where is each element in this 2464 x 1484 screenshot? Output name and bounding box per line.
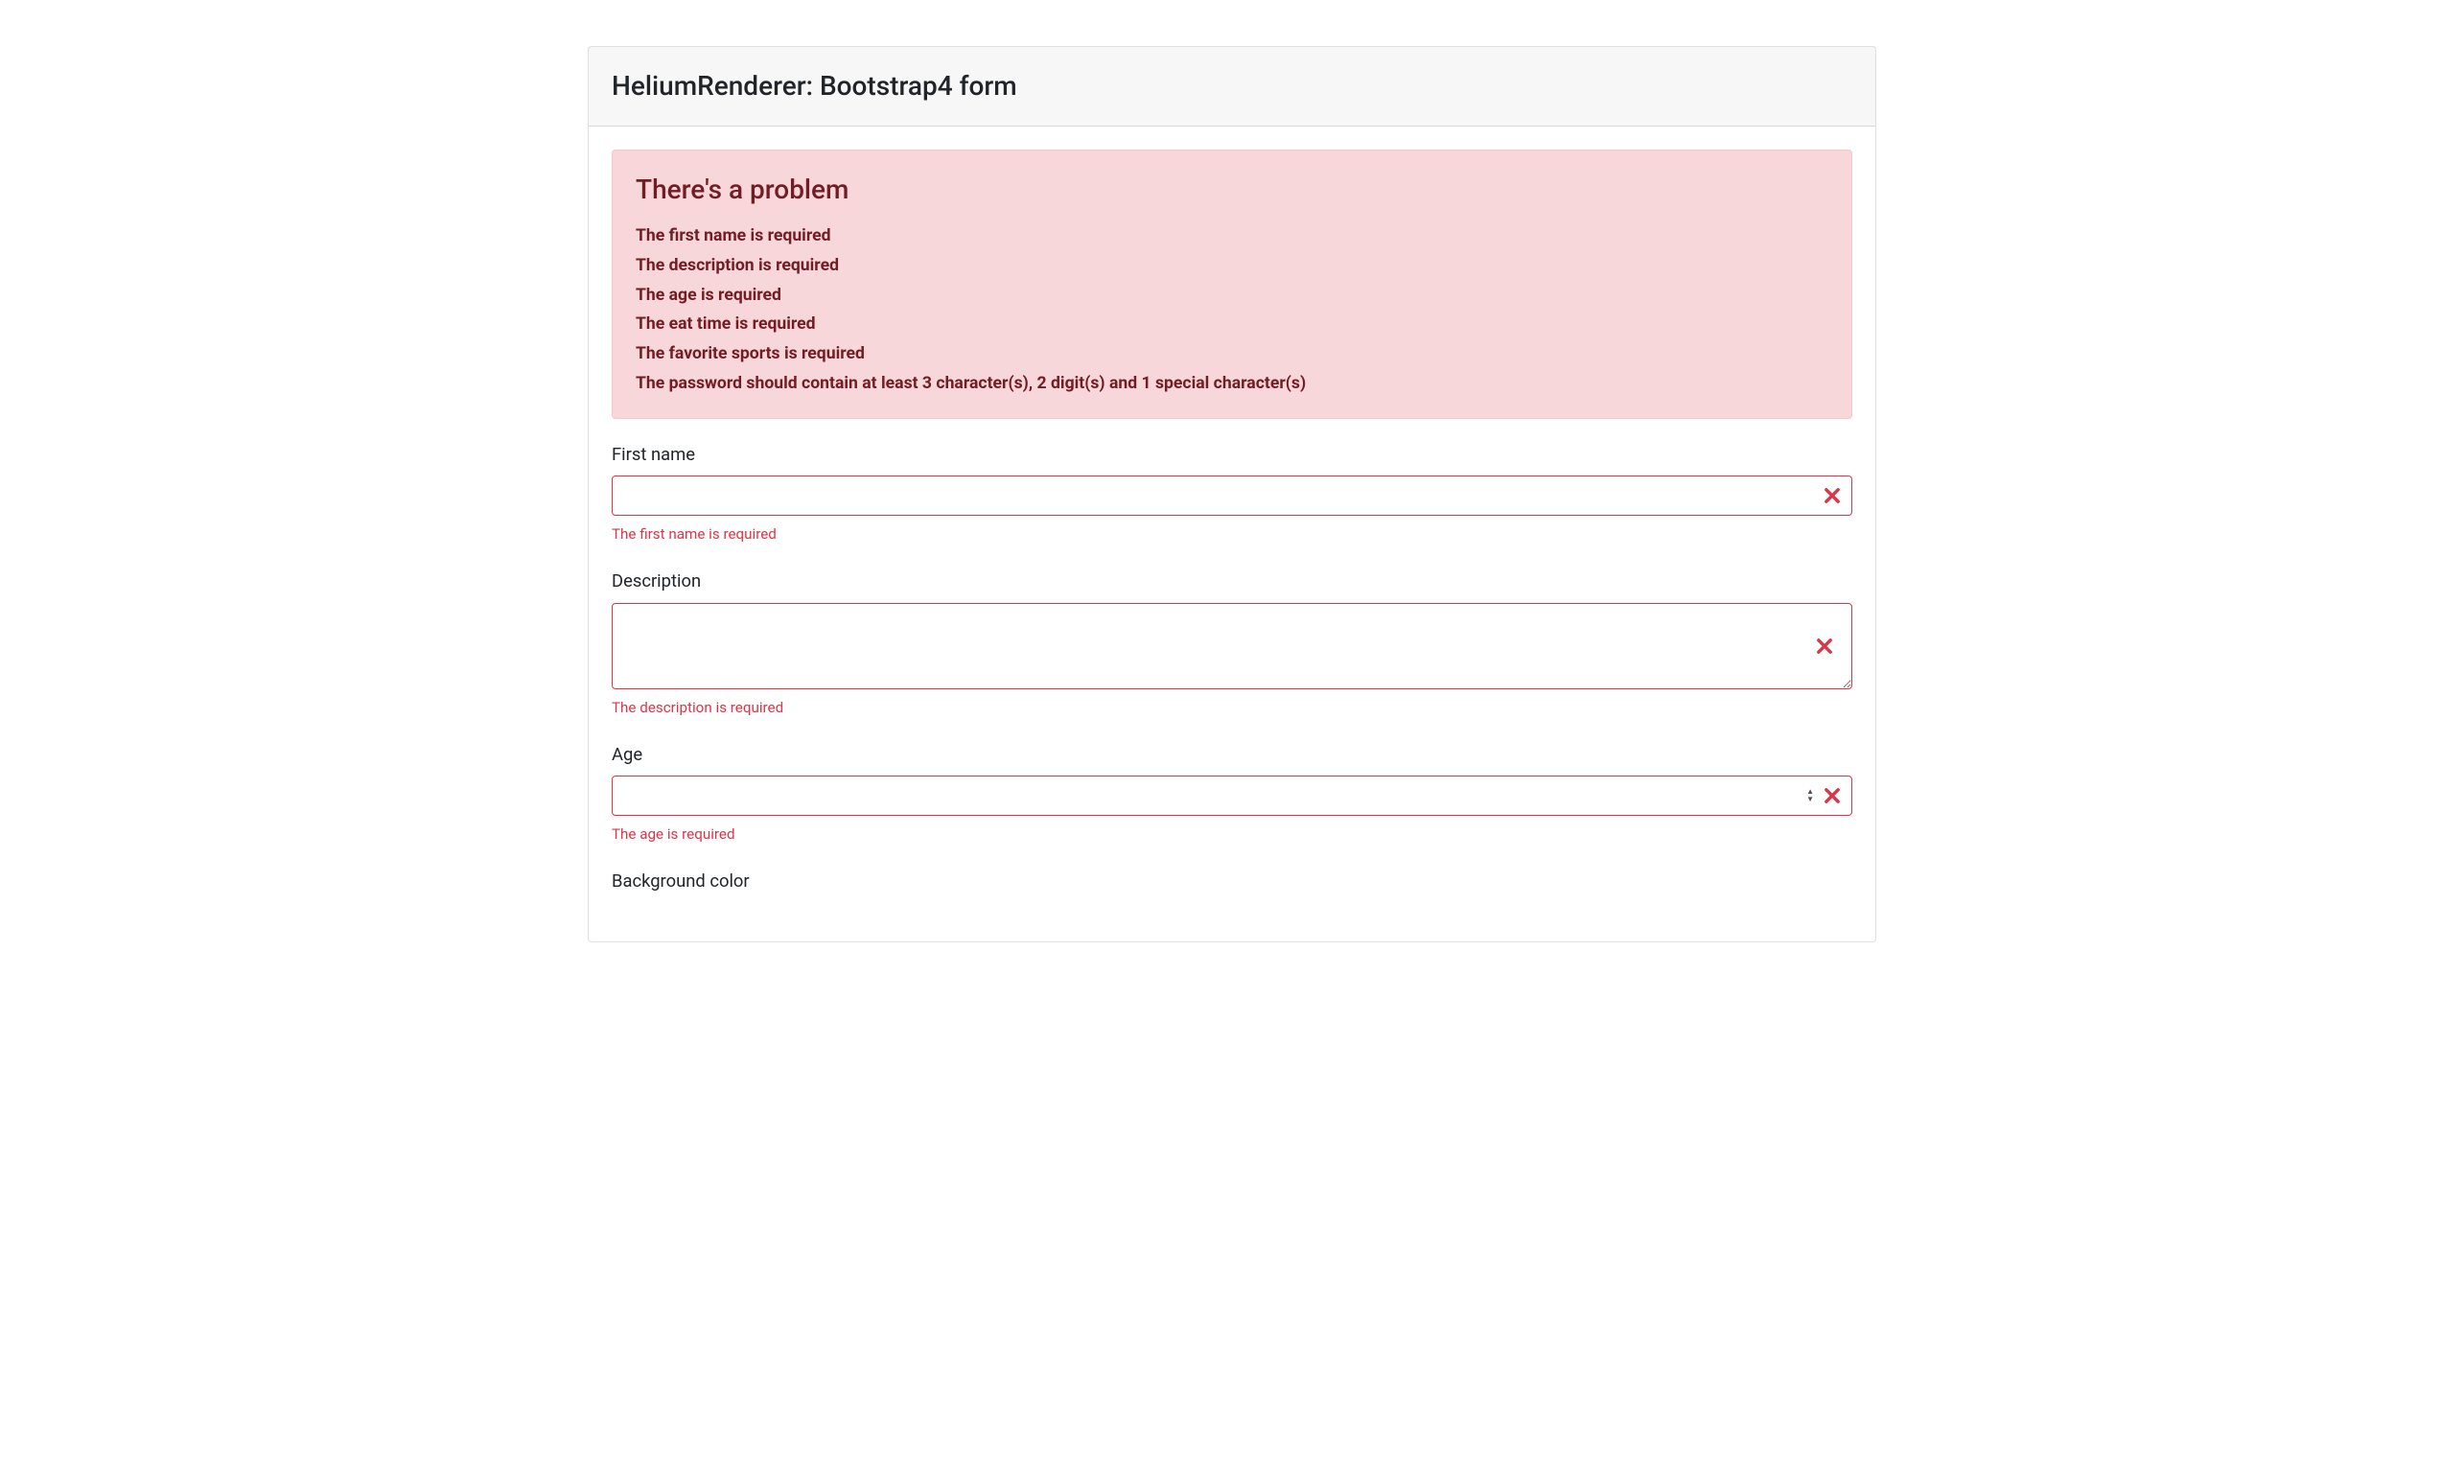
form-card: HeliumRenderer: Bootstrap4 form There's … bbox=[588, 46, 1876, 942]
age-error: The age is required bbox=[612, 823, 1852, 846]
alert-error-item: The age is required bbox=[636, 281, 1828, 311]
card-title: HeliumRenderer: Bootstrap4 form bbox=[612, 70, 1017, 102]
alert-error-item: The first name is required bbox=[636, 221, 1828, 251]
background-color-label: Background color bbox=[612, 869, 1852, 895]
age-group: Age ▲▼ The age is required bbox=[612, 742, 1852, 846]
age-input[interactable] bbox=[612, 776, 1852, 816]
alert-error-item: The password should contain at least 3 c… bbox=[636, 369, 1828, 399]
first-name-group: First name The first name is required bbox=[612, 442, 1852, 545]
background-color-group: Background color bbox=[612, 869, 1852, 895]
description-label: Description bbox=[612, 568, 1852, 595]
first-name-input[interactable] bbox=[612, 475, 1852, 516]
card-header: HeliumRenderer: Bootstrap4 form bbox=[589, 47, 1875, 127]
alert-error-item: The description is required bbox=[636, 251, 1828, 281]
description-group: Description The description is required bbox=[612, 568, 1852, 718]
description-input[interactable] bbox=[612, 603, 1852, 689]
alert-error-item: The eat time is required bbox=[636, 310, 1828, 339]
alert-heading: There's a problem bbox=[636, 170, 1828, 210]
error-alert: There's a problem The first name is requ… bbox=[612, 150, 1852, 419]
first-name-label: First name bbox=[612, 442, 1852, 469]
age-label: Age bbox=[612, 742, 1852, 769]
card-body: There's a problem The first name is requ… bbox=[589, 127, 1875, 941]
alert-error-item: The favorite sports is required bbox=[636, 339, 1828, 369]
first-name-error: The first name is required bbox=[612, 523, 1852, 545]
description-error: The description is required bbox=[612, 697, 1852, 719]
